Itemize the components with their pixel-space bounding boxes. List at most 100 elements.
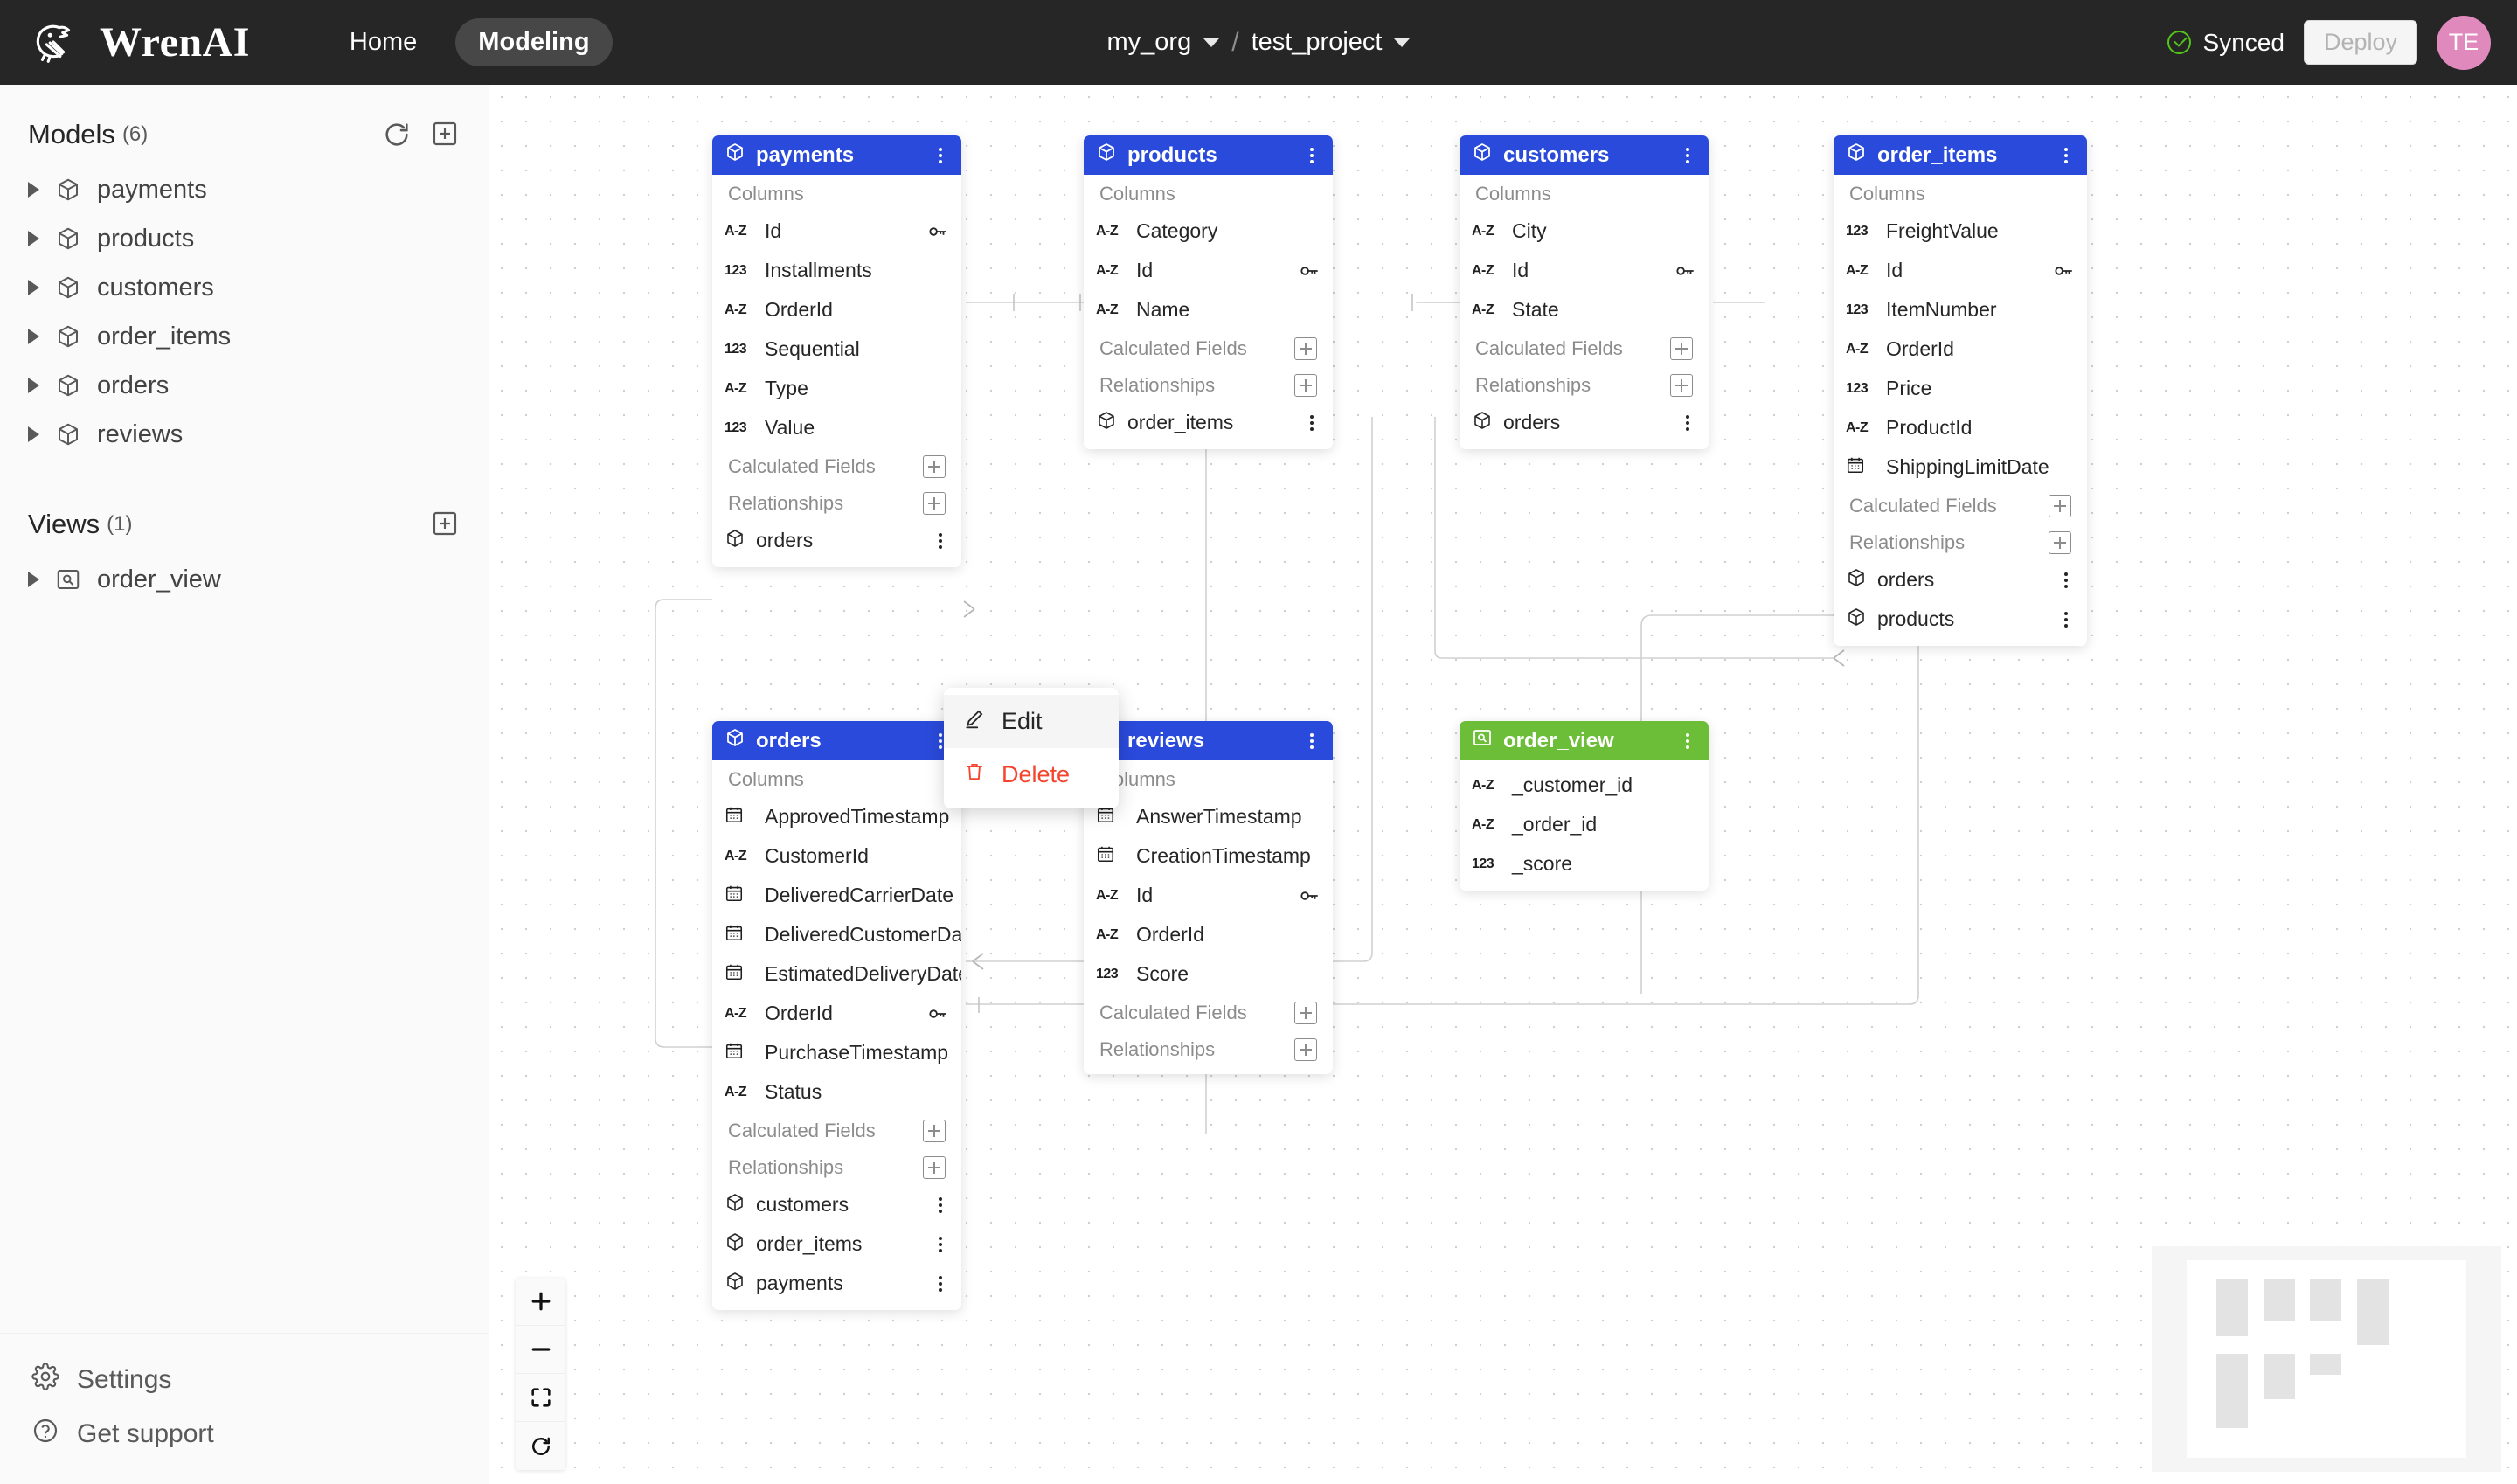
relationship-more-icon[interactable] bbox=[1679, 414, 1696, 431]
node-order_items[interactable]: order_items Columns 123 FreightValue A-Z I… bbox=[1834, 135, 2087, 646]
relationship-row[interactable]: order_items bbox=[1084, 403, 1333, 442]
context-menu-edit[interactable]: Edit bbox=[944, 695, 1119, 748]
zoom-controls[interactable] bbox=[516, 1278, 565, 1470]
node-more-icon[interactable] bbox=[932, 147, 949, 163]
relationship-more-icon[interactable] bbox=[2057, 572, 2075, 588]
deploy-button[interactable]: Deploy bbox=[2303, 20, 2417, 65]
relationship-row[interactable]: payments bbox=[712, 1264, 961, 1303]
caret-right-icon[interactable] bbox=[28, 329, 39, 344]
relationship-more-icon[interactable] bbox=[2057, 611, 2075, 628]
add-relationship-icon[interactable] bbox=[1294, 1038, 1317, 1061]
breadcrumb-project[interactable]: test_project bbox=[1252, 28, 1411, 57]
node-customers[interactable]: customers Columns A-Z City A-Z Id A-Z State… bbox=[1460, 135, 1709, 449]
add-relationship-icon[interactable] bbox=[923, 492, 946, 515]
node-header[interactable]: reviews bbox=[1084, 721, 1333, 760]
relationship-more-icon[interactable] bbox=[932, 1236, 949, 1252]
relationship-more-icon[interactable] bbox=[932, 532, 949, 549]
get-support-button[interactable]: Get support bbox=[0, 1407, 489, 1461]
minimap-node bbox=[2264, 1279, 2295, 1321]
sidebar-item-orders[interactable]: orders bbox=[0, 361, 489, 410]
node-payments[interactable]: payments Columns A-Z Id 123 Installments A… bbox=[712, 135, 961, 567]
add-relationship-icon[interactable] bbox=[1294, 374, 1317, 397]
node-header[interactable]: products bbox=[1084, 135, 1333, 175]
node-more-icon[interactable] bbox=[1679, 147, 1696, 163]
add-calculated-field-icon[interactable] bbox=[2049, 495, 2071, 517]
context-menu-delete[interactable]: Delete bbox=[944, 748, 1119, 801]
relationship-row[interactable]: orders bbox=[1460, 403, 1709, 442]
node-header[interactable]: customers bbox=[1460, 135, 1709, 175]
add-model-icon[interactable] bbox=[431, 120, 461, 149]
node-order_view[interactable]: order_view A-Z _customer_id A-Z _order_id … bbox=[1460, 721, 1709, 891]
settings-button[interactable]: Settings bbox=[0, 1353, 489, 1407]
column-name: Status bbox=[765, 1080, 822, 1103]
relationship-row[interactable]: customers bbox=[712, 1185, 961, 1224]
add-calculated-field-icon[interactable] bbox=[923, 1120, 946, 1142]
breadcrumb-org[interactable]: my_org bbox=[1107, 28, 1220, 57]
zoom-out-button[interactable] bbox=[516, 1326, 565, 1374]
type-text-icon: A-Z bbox=[725, 302, 747, 317]
nav-home[interactable]: Home bbox=[327, 18, 440, 66]
type-number-icon: 123 bbox=[1846, 380, 1869, 396]
modeling-canvas[interactable]: payments Columns A-Z Id 123 Installments A… bbox=[489, 85, 2517, 1484]
sidebar-item-payments[interactable]: payments bbox=[0, 165, 489, 214]
nav-modeling[interactable]: Modeling bbox=[455, 18, 613, 66]
relationship-row[interactable]: order_items bbox=[712, 1224, 961, 1264]
node-header[interactable]: payments bbox=[712, 135, 961, 175]
add-calculated-field-icon[interactable] bbox=[923, 455, 946, 478]
minimap[interactable] bbox=[2152, 1246, 2501, 1472]
relationship-more-icon[interactable] bbox=[1303, 414, 1321, 431]
add-calculated-field-icon[interactable] bbox=[1670, 337, 1693, 360]
column-row: EstimatedDeliveryDate bbox=[712, 954, 961, 994]
caret-right-icon[interactable] bbox=[28, 572, 39, 587]
type-text-icon: A-Z bbox=[1472, 816, 1494, 832]
refresh-icon[interactable] bbox=[382, 120, 412, 149]
model-cube-icon bbox=[725, 528, 745, 554]
sidebar-item-order_view[interactable]: order_view bbox=[0, 555, 489, 604]
context-menu[interactable]: Edit Delete bbox=[944, 688, 1119, 808]
primary-key-icon bbox=[1298, 260, 1321, 282]
node-header[interactable]: orders bbox=[712, 721, 961, 760]
node-products[interactable]: products Columns A-Z Category A-Z Id A-Z Na… bbox=[1084, 135, 1333, 449]
fit-view-button[interactable] bbox=[516, 1374, 565, 1422]
relationship-row[interactable]: orders bbox=[1834, 560, 2087, 600]
caret-right-icon[interactable] bbox=[28, 378, 39, 393]
node-header[interactable]: order_items bbox=[1834, 135, 2087, 175]
caret-right-icon[interactable] bbox=[28, 426, 39, 442]
column-name: _order_id bbox=[1512, 813, 1598, 836]
column-row: A-Z _customer_id bbox=[1460, 766, 1709, 805]
avatar[interactable]: TE bbox=[2437, 15, 2491, 70]
sidebar-item-customers[interactable]: customers bbox=[0, 263, 489, 312]
caret-right-icon[interactable] bbox=[28, 231, 39, 246]
node-more-icon[interactable] bbox=[2057, 147, 2075, 163]
node-header[interactable]: order_view bbox=[1460, 721, 1709, 760]
column-row: 123 Price bbox=[1834, 369, 2087, 408]
zoom-in-button[interactable] bbox=[516, 1278, 565, 1326]
caret-right-icon[interactable] bbox=[28, 280, 39, 295]
relationship-name: orders bbox=[756, 529, 814, 551]
node-more-icon[interactable] bbox=[1303, 147, 1321, 163]
sidebar-item-reviews[interactable]: reviews bbox=[0, 410, 489, 459]
add-calculated-field-icon[interactable] bbox=[1294, 337, 1317, 360]
column-name: DeliveredCustomerDate bbox=[765, 923, 961, 946]
relationship-more-icon[interactable] bbox=[932, 1196, 949, 1213]
columns-label: Columns bbox=[728, 768, 804, 790]
type-text-icon: A-Z bbox=[1096, 887, 1119, 903]
add-relationship-icon[interactable] bbox=[1670, 374, 1693, 397]
relationship-row[interactable]: products bbox=[1834, 600, 2087, 639]
reset-button[interactable] bbox=[516, 1422, 565, 1470]
caret-right-icon[interactable] bbox=[28, 182, 39, 198]
add-relationship-icon[interactable] bbox=[2049, 531, 2071, 554]
sidebar-item-order_items[interactable]: order_items bbox=[0, 312, 489, 361]
node-more-icon[interactable] bbox=[1679, 732, 1696, 749]
node-reviews[interactable]: reviews Columns AnswerTimestamp Creation… bbox=[1084, 721, 1333, 1074]
relationship-more-icon[interactable] bbox=[932, 1275, 949, 1292]
add-relationship-icon[interactable] bbox=[923, 1156, 946, 1179]
models-section-header: Models (6) bbox=[0, 104, 489, 165]
add-calculated-field-icon[interactable] bbox=[1294, 1002, 1317, 1024]
node-more-icon[interactable] bbox=[1303, 732, 1321, 749]
add-view-icon[interactable] bbox=[431, 510, 461, 539]
node-orders[interactable]: orders Columns ApprovedTimestamp A-Z Cust… bbox=[712, 721, 961, 1310]
column-row: A-Z City bbox=[1460, 212, 1709, 251]
sidebar-item-products[interactable]: products bbox=[0, 214, 489, 263]
relationship-row[interactable]: orders bbox=[712, 521, 961, 560]
